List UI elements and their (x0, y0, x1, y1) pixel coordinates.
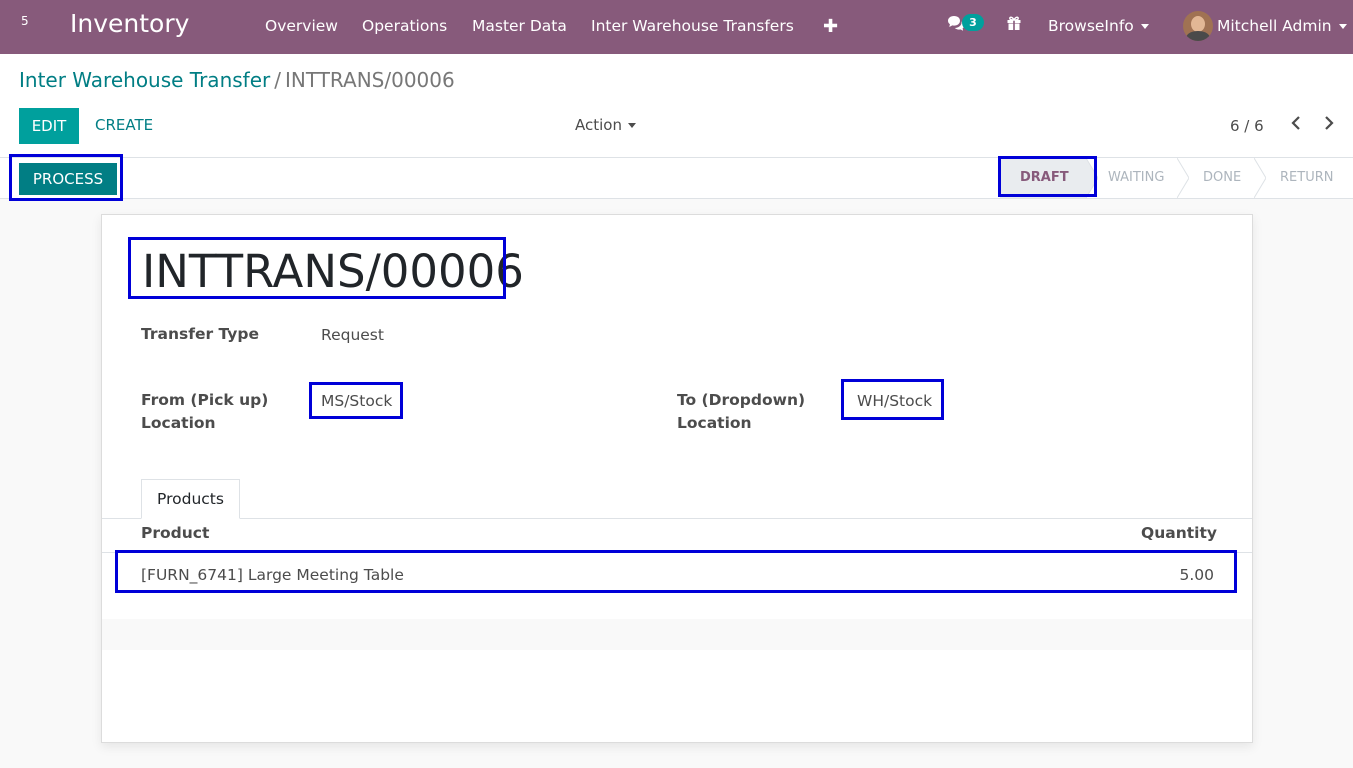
highlight-record-name (128, 237, 506, 299)
avatar[interactable] (1183, 11, 1213, 41)
menu-overview[interactable]: Overview (265, 17, 338, 35)
tab-products[interactable]: Products (141, 479, 240, 519)
top-navbar: 5 Inventory Overview Operations Master D… (0, 0, 1353, 54)
chat-count-badge: 3 (962, 14, 984, 31)
from-location-label: From (Pick up) Location (141, 389, 268, 435)
action-label: Action (575, 116, 622, 134)
stage-arrow (1254, 158, 1266, 198)
apps-menu-toggle[interactable]: 5 (21, 14, 29, 28)
menu-operations[interactable]: Operations (362, 17, 447, 35)
highlight-product-row (115, 550, 1237, 593)
breadcrumb-current: INTTRANS/00006 (284, 68, 455, 92)
app-title[interactable]: Inventory (70, 9, 189, 38)
highlight-process-button (9, 154, 123, 201)
caret-down-icon (627, 123, 636, 128)
caret-down-icon (1338, 24, 1347, 29)
empty-row (102, 619, 1252, 650)
breadcrumb-parent[interactable]: Inter Warehouse Transfer (19, 68, 270, 92)
breadcrumb: Inter Warehouse Transfer / INTTRANS/00006 (19, 68, 455, 92)
company-switcher[interactable]: BrowseInfo (1048, 17, 1149, 35)
highlight-from-location (309, 382, 403, 419)
gift-icon[interactable] (1006, 15, 1022, 35)
menu-master-data[interactable]: Master Data (472, 17, 567, 35)
action-dropdown[interactable]: Action (575, 116, 636, 134)
plus-icon[interactable]: ✚ (823, 16, 838, 37)
edit-button[interactable]: EDIT (19, 108, 79, 144)
column-quantity[interactable]: Quantity (1141, 524, 1217, 542)
company-name: BrowseInfo (1048, 17, 1134, 35)
stage-done[interactable]: DONE (1203, 170, 1241, 185)
to-location-label: To (Dropdown) Location (677, 389, 805, 435)
to-location-label-line1: To (Dropdown) (677, 391, 806, 409)
control-panel: Inter Warehouse Transfer / INTTRANS/00006 … (0, 54, 1353, 158)
user-name: Mitchell Admin (1217, 17, 1332, 35)
user-menu[interactable]: Mitchell Admin (1217, 17, 1347, 35)
pager-value[interactable]: 6 / 6 (1230, 117, 1264, 135)
create-button[interactable]: CREATE (95, 116, 153, 134)
tab-divider (102, 518, 1252, 519)
chevron-left-icon[interactable] (1290, 114, 1302, 135)
statusbar: PROCESS DRAFT WAITING DONE RETURN (0, 158, 1353, 199)
highlight-draft-stage (998, 156, 1097, 197)
caret-down-icon (1140, 24, 1149, 29)
stage-return[interactable]: RETURN (1280, 170, 1333, 185)
column-product[interactable]: Product (141, 524, 209, 542)
chevron-right-icon[interactable] (1323, 114, 1335, 135)
transfer-type-label: Transfer Type (141, 325, 259, 343)
stage-arrow (1177, 158, 1189, 198)
transfer-type-value: Request (321, 326, 384, 344)
breadcrumb-separator: / (274, 68, 281, 92)
menu-inter-warehouse-transfers[interactable]: Inter Warehouse Transfers (591, 17, 794, 35)
stage-waiting[interactable]: WAITING (1108, 170, 1164, 185)
to-location-label-line2: Location (677, 414, 752, 432)
from-location-label-line2: Location (141, 414, 216, 432)
from-location-label-line1: From (Pick up) (141, 391, 269, 409)
highlight-to-location (841, 379, 944, 420)
